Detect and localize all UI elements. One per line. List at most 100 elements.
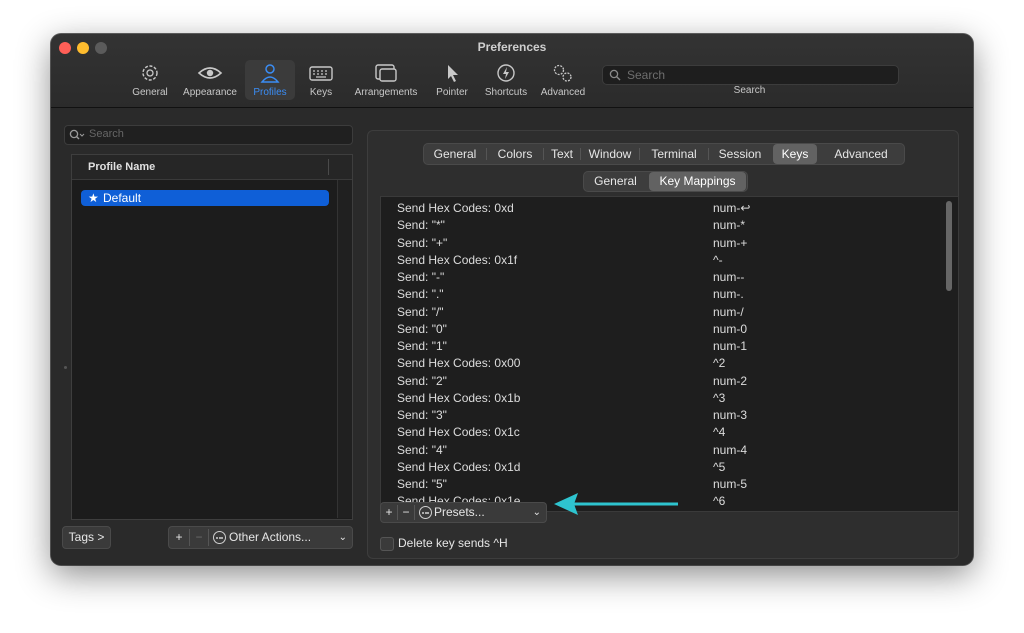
- add-mapping-button[interactable]: +: [381, 503, 397, 522]
- toolbar-profiles[interactable]: Profiles: [245, 60, 295, 100]
- tab-text[interactable]: Text: [544, 144, 580, 164]
- toolbar-label: Shortcuts: [484, 87, 528, 98]
- key-mapping-row[interactable]: Send Hex Codes: 0x00 ^2: [381, 355, 941, 372]
- search-label: Search: [733, 85, 766, 96]
- subtab-key-mappings[interactable]: Key Mappings: [649, 172, 746, 191]
- key-mapping-row[interactable]: Send: "+" num-+: [381, 235, 941, 252]
- key-mapping-row[interactable]: Send: "3" num-3: [381, 407, 941, 424]
- tab-session[interactable]: Session: [709, 144, 771, 164]
- toolbar-keys[interactable]: Keys: [301, 60, 341, 100]
- tab-keys[interactable]: Keys: [773, 144, 817, 164]
- key-mapping-row[interactable]: Send Hex Codes: 0x1f ^-: [381, 252, 941, 269]
- toolbar-label: Pointer: [436, 87, 468, 98]
- tags-button[interactable]: Tags >: [62, 526, 111, 549]
- key-mapping-row[interactable]: Send: "*" num-*: [381, 217, 941, 234]
- toolbar-label: General: [132, 87, 168, 98]
- search-icon: [609, 69, 621, 81]
- star-icon: ★: [88, 191, 99, 205]
- mapping-action: Send: "4": [397, 442, 447, 457]
- mapping-action: Send Hex Codes: 0xd: [397, 201, 514, 215]
- remove-mapping-button[interactable]: −: [398, 503, 414, 522]
- profile-table-scrollbar[interactable]: [337, 180, 352, 518]
- remove-profile-button[interactable]: −: [190, 527, 208, 548]
- key-mapping-actions-control: + − Presets... ⌄: [380, 502, 547, 523]
- window-arrangement-icon: [375, 64, 397, 82]
- mapping-action: Send Hex Codes: 0x1f: [397, 252, 518, 267]
- mapping-keys: ^5: [713, 459, 726, 474]
- key-mappings-table[interactable]: Send Hex Codes: 0xd num-↩ Send: "*" num-* Se…: [380, 196, 959, 512]
- key-mapping-row[interactable]: Send: "2" num-2: [381, 373, 941, 390]
- toolbar-general[interactable]: General: [127, 60, 173, 100]
- mapping-action: Send Hex Codes: 0x00: [397, 356, 521, 371]
- mapping-action: Send: "1": [397, 339, 447, 353]
- tab-advanced[interactable]: Advanced: [819, 144, 903, 164]
- mapping-action: Send: "2": [397, 373, 447, 388]
- mapping-action: Send: "-": [397, 270, 445, 284]
- chevron-down-icon: ⌄: [532, 507, 541, 518]
- toolbar-pointer[interactable]: Pointer: [429, 60, 475, 100]
- add-profile-button[interactable]: +: [169, 527, 189, 548]
- mapping-keys: num-5: [713, 477, 748, 491]
- mapping-keys: num-+: [713, 235, 748, 250]
- mapping-action: Send: ".": [397, 287, 444, 302]
- lightning-icon: [497, 64, 515, 82]
- tab-colors[interactable]: Colors: [487, 144, 543, 164]
- mapping-action: Send: "3": [397, 408, 447, 422]
- profile-tab-bar: General Colors Text Window Terminal Sess…: [423, 143, 905, 165]
- subtab-general[interactable]: General: [584, 172, 647, 191]
- mapping-keys: ^2: [713, 356, 726, 371]
- mapping-keys: ^3: [713, 390, 726, 405]
- key-mapping-row[interactable]: Send Hex Codes: 0x1b ^3: [381, 390, 941, 407]
- key-mapping-row[interactable]: Send Hex Codes: 0xd num-↩: [381, 200, 941, 217]
- preferences-content: Search Profile Name ★ Default Tags > + −…: [51, 108, 973, 565]
- title-bar: Preferences General Appearance Profiles: [51, 34, 973, 108]
- key-mapping-row[interactable]: Send Hex Codes: 0x1c ^4: [381, 424, 941, 441]
- key-mapping-row[interactable]: Send: "." num-.: [381, 286, 941, 303]
- key-mapping-row[interactable]: Send: "1" num-1: [381, 338, 941, 355]
- preferences-window: Preferences General Appearance Profiles: [51, 34, 973, 565]
- mapping-keys: num-↩: [713, 201, 751, 215]
- mapping-action: Send: "5": [397, 477, 447, 491]
- other-actions-popup[interactable]: Other Actions... ⌄: [209, 527, 352, 548]
- mapping-action: Send: "/": [397, 304, 444, 319]
- gear-icon: [142, 65, 158, 81]
- key-mapping-row[interactable]: Send Hex Codes: 0x1d ^5: [381, 459, 941, 476]
- key-mapping-row[interactable]: Send: "-" num--: [381, 269, 941, 286]
- tab-terminal[interactable]: Terminal: [640, 144, 708, 164]
- presets-label: Presets...: [434, 505, 485, 519]
- mapping-action: Send: "+": [397, 235, 448, 250]
- key-mapping-row[interactable]: Send: "4" num-4: [381, 442, 941, 459]
- delete-key-sends-ctrl-h-checkbox[interactable]: [380, 537, 394, 551]
- pointer-icon: [448, 65, 458, 82]
- mapping-keys: ^-: [713, 252, 723, 267]
- gears-icon: [553, 64, 572, 82]
- toolbar-shortcuts[interactable]: Shortcuts: [481, 60, 531, 100]
- toolbar-label: Keys: [309, 87, 333, 98]
- mapping-keys: num-2: [713, 373, 748, 388]
- scrollbar-thumb[interactable]: [946, 201, 952, 291]
- profile-row-default[interactable]: ★ Default: [81, 190, 329, 206]
- key-mapping-row[interactable]: Send: "0" num-0: [381, 321, 941, 338]
- toolbar-label: Arrangements: [354, 87, 418, 98]
- mapping-keys: ^4: [713, 425, 726, 440]
- tab-general[interactable]: General: [424, 144, 486, 164]
- tab-window[interactable]: Window: [581, 144, 639, 164]
- delete-key-sends-ctrl-h-label: Delete key sends ^H: [398, 536, 508, 550]
- profile-table: Profile Name ★ Default: [71, 154, 353, 520]
- toolbar-advanced[interactable]: Advanced: [537, 60, 589, 100]
- mapping-action: Send: "0": [397, 321, 447, 336]
- toolbar-search-field[interactable]: Search: [602, 65, 899, 85]
- split-view-handle[interactable]: [64, 366, 67, 369]
- profile-name: Default: [103, 191, 142, 205]
- profile-table-header[interactable]: Profile Name: [72, 155, 352, 180]
- mapping-keys: num-/: [713, 304, 744, 319]
- toolbar-arrangements[interactable]: Arrangements: [349, 60, 423, 100]
- key-mapping-row[interactable]: Send: "/" num-/: [381, 304, 941, 321]
- chevron-down-icon: ⌄: [338, 532, 347, 543]
- toolbar-appearance[interactable]: Appearance: [179, 60, 241, 100]
- presets-popup[interactable]: Presets... ⌄: [415, 503, 546, 522]
- profile-search-field[interactable]: Search: [64, 125, 353, 145]
- key-mappings-scrollbar[interactable]: [943, 199, 956, 507]
- mapping-action: Send: "*": [397, 218, 445, 233]
- window-title: Preferences: [477, 40, 547, 54]
